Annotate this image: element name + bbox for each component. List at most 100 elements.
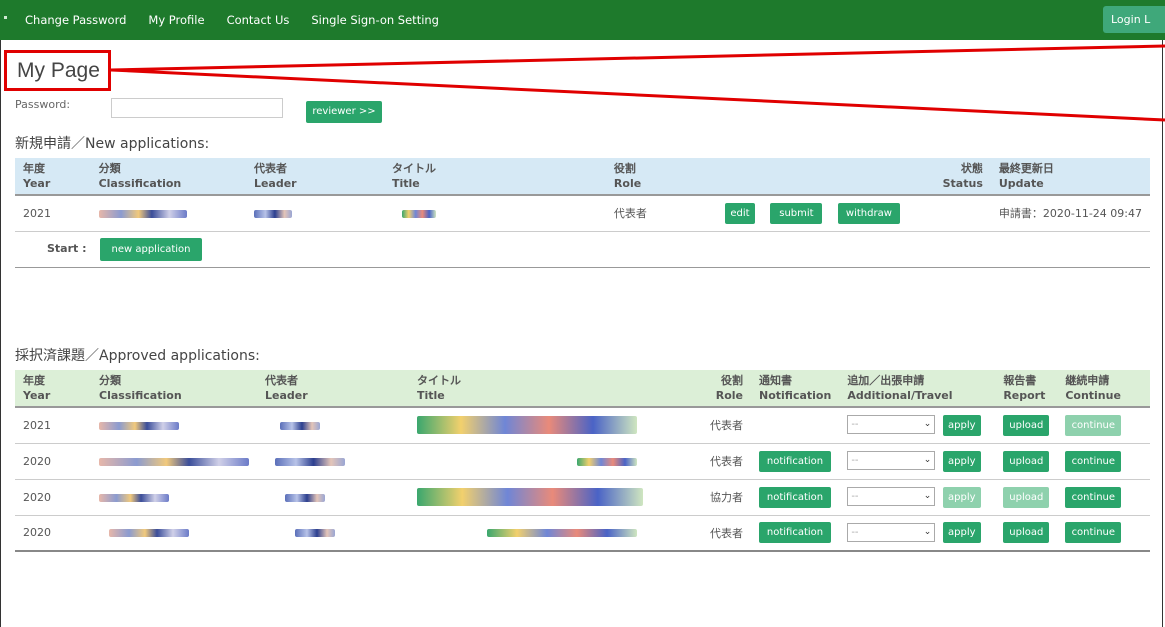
cell-role: 代表者 bbox=[651, 515, 751, 552]
redacted-text bbox=[285, 493, 325, 502]
cell-continue: continue bbox=[1057, 515, 1150, 552]
header-year: 年度 Year bbox=[15, 158, 91, 196]
cell-report: upload bbox=[995, 479, 1058, 516]
nav-bullet bbox=[4, 16, 7, 19]
new-application-button[interactable]: new application bbox=[100, 237, 203, 261]
start-row: Start : new application bbox=[15, 231, 1150, 268]
cell-year: 2021 bbox=[15, 407, 91, 444]
cell-report: upload bbox=[995, 407, 1058, 444]
cell-report: upload bbox=[995, 515, 1058, 552]
nav-change-password-link[interactable]: Change Password bbox=[25, 13, 126, 27]
redacted-text bbox=[487, 529, 637, 538]
submit-button[interactable]: submit bbox=[770, 202, 823, 224]
chevron-down-icon: ⌄ bbox=[923, 455, 932, 465]
additional-travel-select[interactable]: -- ⌄ bbox=[847, 487, 936, 506]
chevron-down-icon: ⌄ bbox=[923, 526, 932, 537]
apply-button[interactable]: apply bbox=[942, 522, 981, 544]
cell-leader bbox=[257, 443, 409, 480]
header-notification: 通知書 Notification bbox=[751, 370, 840, 408]
cell-notification: notification bbox=[751, 443, 840, 480]
upload-button[interactable]: upload bbox=[1003, 450, 1050, 472]
table-row: 2021 代表者 -- ⌄ apply upload continue bbox=[15, 407, 1150, 444]
cell-continue: continue bbox=[1057, 407, 1150, 444]
cell-additional: -- ⌄ apply bbox=[839, 479, 996, 516]
cell-title bbox=[409, 443, 651, 480]
cell-classification bbox=[91, 479, 257, 516]
cell-classification bbox=[90, 195, 246, 232]
cell-continue: continue bbox=[1057, 479, 1150, 516]
apply-button[interactable]: apply bbox=[942, 414, 981, 436]
continue-button[interactable]: continue bbox=[1065, 486, 1122, 508]
reviewer-button[interactable]: reviewer >> bbox=[306, 101, 382, 123]
top-navbar: Change Password My Profile Contact Us Si… bbox=[0, 0, 1165, 40]
header-role: 役割 Role bbox=[651, 370, 751, 408]
start-label: Start : bbox=[47, 241, 87, 255]
header-title: タイトル Title bbox=[383, 158, 606, 196]
approved-applications-title: 採択済課題／Approved applications: bbox=[15, 348, 260, 364]
redacted-text bbox=[280, 421, 320, 430]
continue-button[interactable]: continue bbox=[1065, 450, 1122, 472]
nav-sso-setting-link[interactable]: Single Sign-on Setting bbox=[311, 13, 439, 27]
header-leader: 代表者 Leader bbox=[257, 370, 409, 408]
additional-travel-select[interactable]: -- ⌄ bbox=[847, 415, 936, 435]
new-applications-table: 年度 Year 分類 Classification 代表者 Leader タイトル Ti… bbox=[15, 158, 1150, 268]
edit-button[interactable]: edit bbox=[724, 202, 755, 224]
header-status: 状態 Status bbox=[934, 158, 991, 196]
notification-button[interactable]: notification bbox=[759, 522, 831, 544]
cell-title bbox=[409, 479, 651, 516]
apply-button[interactable]: apply bbox=[942, 486, 981, 508]
table-header-row: 年度 Year 分類 Classification 代表者 Leader タイトル Ti… bbox=[15, 158, 1150, 196]
header-additional-travel: 追加／出張申請 Additional/Travel bbox=[839, 370, 996, 408]
header-classification: 分類 Classification bbox=[91, 370, 257, 408]
cell-leader bbox=[257, 479, 409, 516]
cell-leader bbox=[245, 195, 384, 232]
table-row: 2020 代表者 notification -- ⌄ apply upload c… bbox=[15, 515, 1150, 552]
cell-role: 代表者 bbox=[605, 195, 735, 232]
redacted-text bbox=[109, 529, 189, 538]
notification-button[interactable]: notification bbox=[759, 450, 831, 472]
upload-button[interactable]: upload bbox=[1003, 486, 1050, 508]
header-leader: 代表者 Leader bbox=[245, 158, 384, 196]
continue-button[interactable]: continue bbox=[1065, 522, 1122, 544]
password-input[interactable] bbox=[111, 98, 283, 118]
withdraw-button[interactable]: withdraw bbox=[837, 202, 900, 224]
header-title: タイトル Title bbox=[409, 370, 651, 408]
cell-update: 申請書：2020-11-24 09:47 bbox=[990, 195, 1150, 232]
header-continue: 継続申請 Continue bbox=[1057, 370, 1150, 408]
redacted-text bbox=[275, 457, 345, 466]
cell-year: 2021 bbox=[15, 195, 91, 232]
upload-button[interactable]: upload bbox=[1003, 414, 1050, 436]
header-classification: 分類 Classification bbox=[90, 158, 246, 196]
cell-classification bbox=[91, 407, 257, 444]
nav-my-profile-link[interactable]: My Profile bbox=[148, 13, 204, 27]
cell-notification: notification bbox=[751, 515, 840, 552]
cell-year: 2020 bbox=[15, 515, 91, 552]
cell-report: upload bbox=[995, 443, 1058, 480]
cell-title bbox=[409, 407, 651, 444]
login-button[interactable]: Login L bbox=[1103, 6, 1165, 33]
cell-title bbox=[409, 515, 651, 552]
additional-travel-select[interactable]: -- ⌄ bbox=[847, 522, 936, 542]
redacted-text bbox=[577, 457, 637, 466]
header-year: 年度 Year bbox=[15, 370, 91, 408]
notification-button[interactable]: notification bbox=[759, 486, 831, 508]
redacted-text bbox=[98, 209, 187, 218]
additional-travel-select[interactable]: -- ⌄ bbox=[847, 451, 936, 470]
redacted-text bbox=[417, 416, 637, 435]
cell-classification bbox=[91, 443, 257, 480]
cell-leader bbox=[257, 407, 409, 444]
upload-button[interactable]: upload bbox=[1003, 522, 1050, 544]
cell-leader bbox=[257, 515, 409, 552]
cell-status bbox=[934, 195, 991, 232]
table-row: 2020 代表者 notification -- ⌄ apply upload c… bbox=[15, 443, 1150, 480]
redacted-text bbox=[99, 457, 249, 466]
continue-button[interactable]: continue bbox=[1065, 414, 1122, 436]
table-row: 2020 協力者 notification -- ⌄ apply upload c… bbox=[15, 479, 1150, 516]
cell-classification bbox=[91, 515, 257, 552]
cell-role: 代表者 bbox=[651, 407, 751, 444]
nav-contact-us-link[interactable]: Contact Us bbox=[227, 13, 290, 27]
table-header-row: 年度 Year 分類 Classification 代表者 Leader タイトル Ti… bbox=[15, 370, 1150, 408]
redacted-text bbox=[401, 209, 436, 218]
apply-button[interactable]: apply bbox=[942, 450, 981, 472]
cell-additional: -- ⌄ apply bbox=[839, 443, 996, 480]
